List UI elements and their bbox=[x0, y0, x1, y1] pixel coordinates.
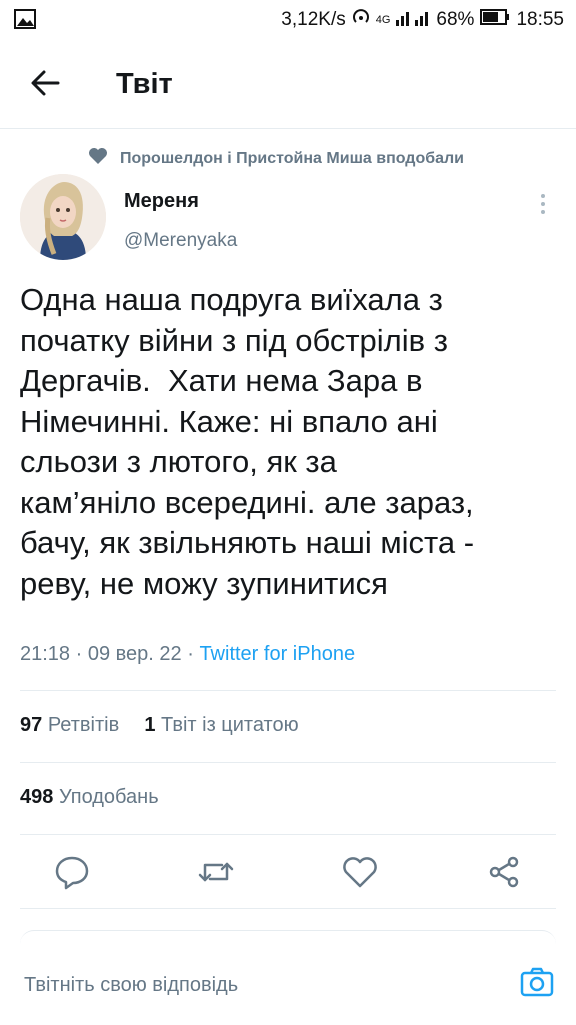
signal-icon bbox=[396, 8, 430, 32]
likes-count: 498 bbox=[20, 786, 54, 808]
divider bbox=[20, 834, 556, 835]
meta-separator: · bbox=[187, 643, 200, 665]
heart-icon bbox=[88, 147, 108, 170]
gallery-icon bbox=[14, 9, 36, 35]
meta-separator: · bbox=[75, 643, 88, 665]
tweet-text: Одна наша подруга виїхала з початку війн… bbox=[20, 282, 475, 601]
retweet-stats: 97 Ретвітів 1 Твіт із цитатою bbox=[20, 714, 299, 737]
social-context: Порошелдон і Пристойна Миша вподобали bbox=[88, 147, 464, 170]
likes-link[interactable]: 498 Уподобань bbox=[20, 786, 159, 809]
camera-icon[interactable] bbox=[520, 966, 554, 998]
battery-level: 68% bbox=[436, 9, 475, 30]
social-context-text[interactable]: Порошелдон і Пристойна Миша вподобали bbox=[120, 150, 464, 168]
tweet-date: 09 вер. 22 bbox=[87, 643, 182, 665]
network-type: 4G bbox=[375, 14, 391, 26]
author-handle[interactable]: @Merenyaka bbox=[124, 230, 237, 252]
like-icon[interactable] bbox=[340, 852, 380, 892]
status-bar: 3,12K/s 4G 68% 18:55 bbox=[0, 0, 576, 38]
quotes-count: 1 bbox=[144, 714, 156, 736]
tweet-meta: 21:18 · 09 вер. 22 · Twitter for iPhone bbox=[20, 643, 355, 666]
network-speed: 3,12K/s bbox=[281, 9, 346, 30]
hotspot-icon bbox=[352, 8, 370, 32]
page-title: Твіт bbox=[116, 68, 173, 100]
likes-label: Уподобань bbox=[58, 786, 159, 808]
top-bar: Твіт bbox=[0, 38, 576, 129]
tweet-time: 21:18 bbox=[20, 643, 71, 665]
retweets-label: Ретвітів bbox=[47, 714, 120, 736]
quotes-link[interactable]: 1 Твіт із цитатою bbox=[144, 714, 298, 736]
battery-icon bbox=[480, 9, 510, 31]
divider bbox=[20, 762, 556, 763]
retweets-link[interactable]: 97 Ретвітів bbox=[20, 714, 125, 736]
clock: 18:55 bbox=[516, 9, 564, 30]
share-icon[interactable] bbox=[484, 852, 524, 892]
reply-input[interactable]: Твітніть свою відповідь bbox=[24, 974, 238, 997]
reply-icon[interactable] bbox=[52, 852, 92, 892]
retweets-count: 97 bbox=[20, 714, 43, 736]
reply-bar: Твітніть свою відповідь bbox=[0, 930, 576, 1024]
avatar[interactable] bbox=[20, 174, 106, 260]
divider bbox=[20, 690, 556, 691]
more-icon[interactable] bbox=[536, 192, 550, 216]
quotes-label: Твіт із цитатою bbox=[161, 714, 299, 736]
author-name[interactable]: Мереня bbox=[124, 190, 199, 213]
retweet-icon[interactable] bbox=[196, 852, 236, 892]
tweet-source[interactable]: Twitter for iPhone bbox=[199, 643, 355, 665]
divider bbox=[20, 908, 556, 909]
back-arrow-icon[interactable] bbox=[28, 68, 62, 98]
